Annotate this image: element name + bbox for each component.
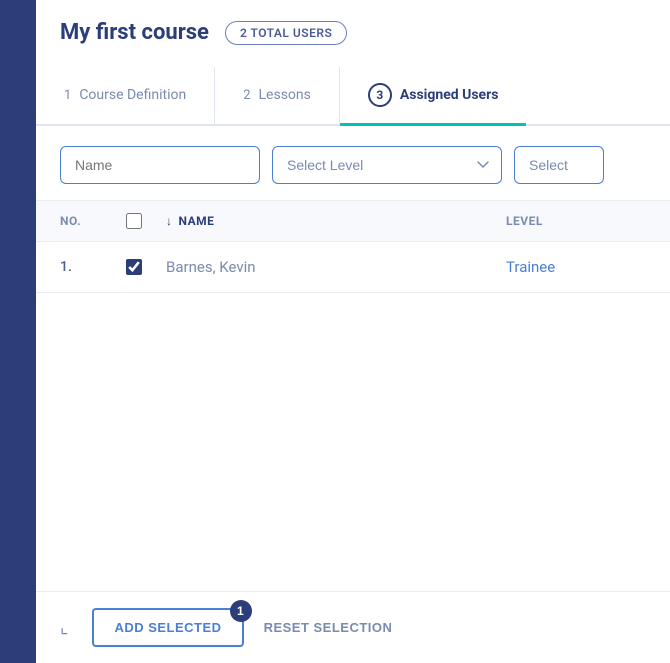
tabs-container: 1 Course Definition 2 Lessons 3 Assigned… bbox=[36, 65, 670, 126]
page-wrapper: My first course 2 TOTAL USERS 1 Course D… bbox=[0, 0, 670, 663]
action-bar: ⌞ ADD SELECTED 1 RESET SELECTION bbox=[36, 591, 670, 663]
sort-down-icon: ↓ bbox=[166, 214, 173, 228]
sidebar bbox=[0, 0, 36, 663]
table-header: NO. ↓ NAME LEVEL bbox=[36, 200, 670, 242]
main-content: My first course 2 TOTAL USERS 1 Course D… bbox=[36, 0, 670, 663]
header: My first course 2 TOTAL USERS bbox=[36, 0, 670, 55]
tab-3-number: 3 bbox=[368, 83, 392, 107]
col-header-no: NO. bbox=[60, 214, 110, 228]
tab-3-label: Assigned Users bbox=[400, 87, 499, 103]
select-all-checkbox-container[interactable] bbox=[126, 213, 150, 229]
tab-1-number: 1 bbox=[64, 88, 71, 103]
tab-2-label: Lessons bbox=[259, 87, 311, 103]
col-header-level: LEVEL bbox=[506, 214, 646, 228]
tab-course-definition[interactable]: 1 Course Definition bbox=[36, 67, 215, 126]
reset-selection-button[interactable]: RESET SELECTION bbox=[264, 620, 393, 635]
tab-1-label: Course Definition bbox=[79, 87, 186, 103]
bracket-icon: ⌞ bbox=[60, 617, 68, 638]
row-checkbox-container[interactable] bbox=[126, 259, 150, 275]
row-checkbox[interactable] bbox=[126, 259, 142, 275]
total-users-badge: 2 TOTAL USERS bbox=[225, 21, 347, 45]
add-selected-button[interactable]: ADD SELECTED 1 bbox=[92, 608, 243, 647]
table-area: NO. ↓ NAME LEVEL 1. Barnes, Kevin Traine… bbox=[36, 200, 670, 591]
selected-count-badge: 1 bbox=[230, 600, 252, 622]
name-filter-input[interactable] bbox=[60, 146, 260, 184]
row-user-level: Trainee bbox=[506, 258, 646, 276]
filter-row: Select Level Trainee Beginner Advanced S… bbox=[36, 126, 670, 200]
row-user-name: Barnes, Kevin bbox=[166, 258, 490, 276]
level-filter-select[interactable]: Select Level Trainee Beginner Advanced bbox=[272, 146, 502, 184]
course-title: My first course bbox=[60, 20, 209, 45]
select-all-checkbox[interactable] bbox=[126, 213, 142, 229]
tab-lessons[interactable]: 2 Lessons bbox=[215, 67, 340, 126]
tab-2-number: 2 bbox=[243, 88, 250, 103]
row-number: 1. bbox=[60, 259, 110, 275]
table-row: 1. Barnes, Kevin Trainee bbox=[36, 242, 670, 293]
select-filter-select[interactable]: Select bbox=[514, 146, 604, 184]
col-header-name[interactable]: ↓ NAME bbox=[166, 214, 490, 228]
tab-assigned-users[interactable]: 3 Assigned Users bbox=[340, 67, 527, 126]
